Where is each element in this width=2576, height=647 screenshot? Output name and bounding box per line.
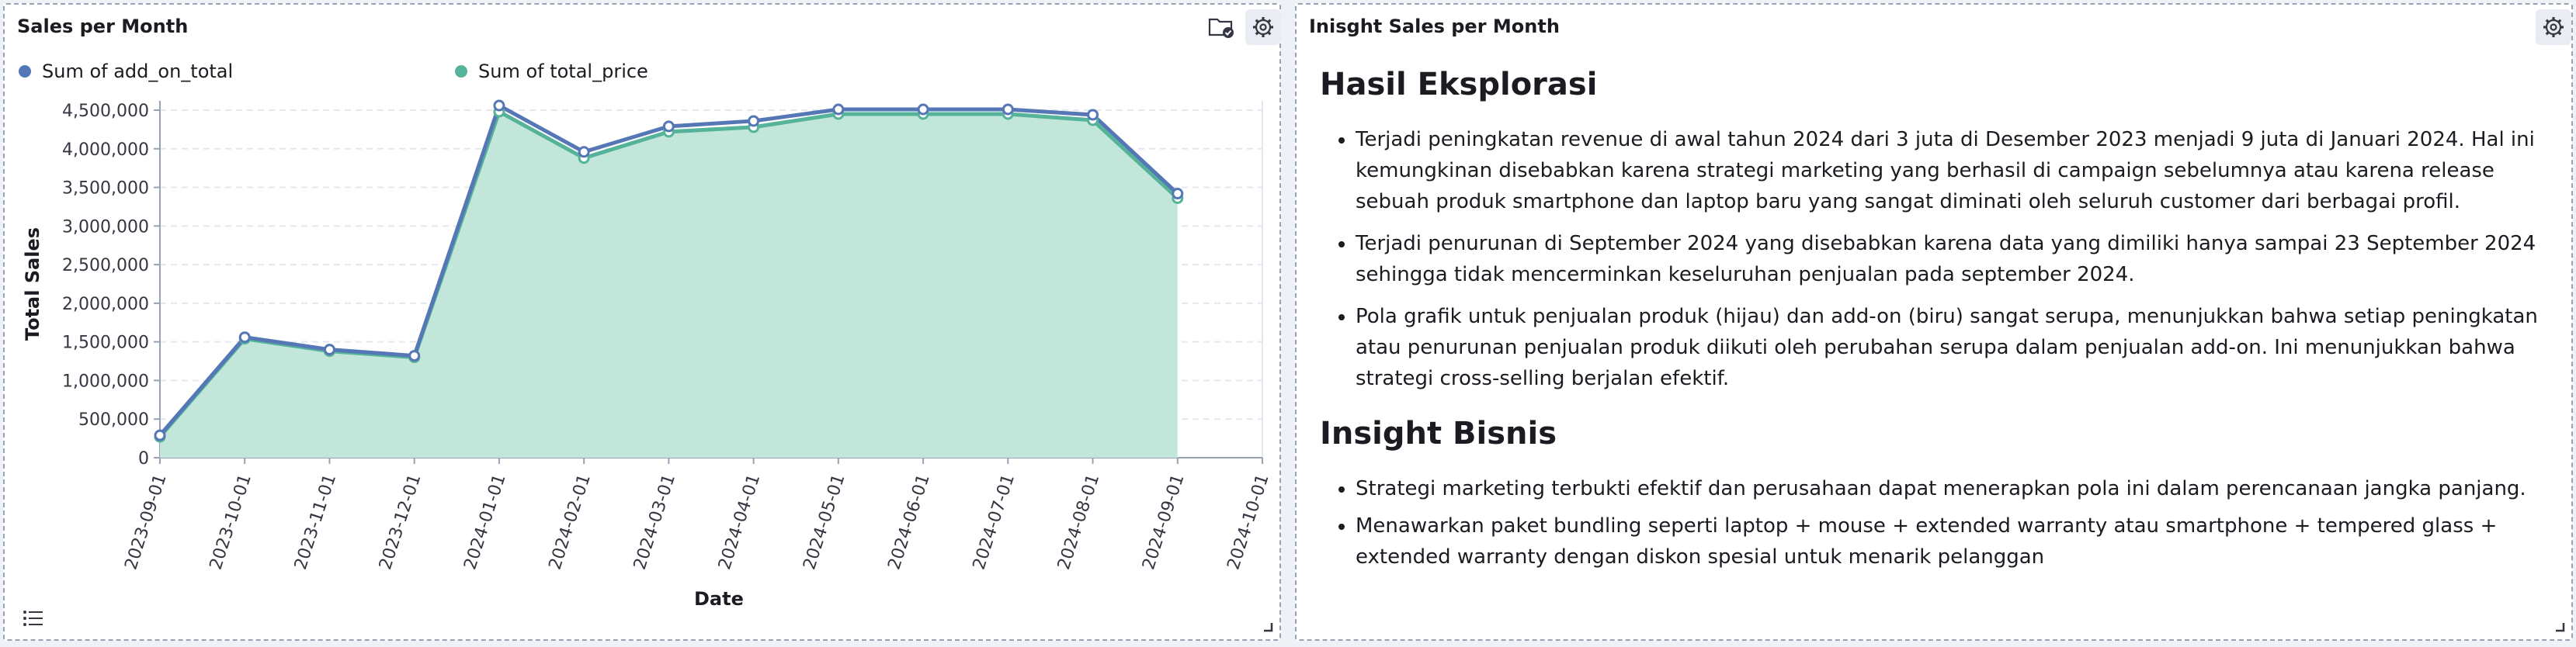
point-add-on-total (323, 344, 335, 356)
y-tick-label: 4,500,000 (62, 102, 149, 121)
markdown-content: Hasil Eksplorasi Terjadi peningkatan rev… (1320, 67, 2554, 579)
list-item: Terjadi penurunan di September 2024 yang… (1356, 228, 2554, 290)
heading-hasil-eksplorasi: Hasil Eksplorasi (1320, 67, 1598, 102)
y-tick-label: 2,500,000 (62, 256, 149, 275)
gear-icon[interactable] (2536, 9, 2571, 45)
resize-handle-icon[interactable] (1262, 621, 1273, 632)
insight-panel: Inisght Sales per Month Hasil Eksplorasi… (1295, 3, 2573, 641)
y-tick-label: 1,000,000 (62, 372, 149, 391)
x-tick-label: 2024-07-01 (970, 472, 1019, 572)
point-add-on-total (1002, 103, 1014, 116)
list-item: Pola grafik untuk penjualan produk (hija… (1356, 301, 2554, 394)
exploration-list: Terjadi peningkatan revenue di awal tahu… (1320, 124, 2554, 394)
x-tick-label: 2024-03-01 (630, 472, 679, 572)
x-tick-label: 2024-10-01 (1224, 472, 1272, 572)
sales-chart: 0 500,000 1,000,000 1,500,000 2,000,000 2,500… (62, 99, 1273, 572)
list-item: Terjadi peningkatan revenue di awal tahu… (1356, 124, 2554, 217)
y-tick-label: 0 (138, 449, 149, 469)
point-add-on-total (832, 103, 845, 116)
x-tick-label: 2024-02-01 (546, 472, 595, 572)
list-item: Strategi marketing terbukti efektif dan … (1356, 473, 2554, 504)
point-add-on-total (917, 103, 929, 116)
point-add-on-total (238, 331, 251, 344)
resize-handle-icon[interactable] (2554, 621, 2565, 632)
y-tick-label: 4,000,000 (62, 140, 149, 160)
y-tick-label: 3,500,000 (62, 179, 149, 199)
x-tick-label: 2024-04-01 (715, 472, 764, 572)
x-tick-label: 2023-09-01 (121, 472, 170, 572)
panel-title: Inisght Sales per Month (1309, 16, 1560, 37)
y-tick-label: 2,000,000 (62, 295, 149, 314)
point-add-on-total (154, 429, 166, 441)
point-add-on-total (493, 99, 505, 112)
insight-list: Strategi marketing terbukti efektif dan … (1320, 473, 2554, 573)
chart-panel: Sales per Month Sum of add_on_total Sum … (3, 3, 1281, 641)
x-tick-label: 2023-11-01 (291, 472, 340, 572)
point-add-on-total (1087, 109, 1099, 121)
point-add-on-total (578, 146, 590, 158)
x-tick-label: 2023-10-01 (207, 472, 255, 572)
area-total-price (160, 111, 1178, 458)
x-tick-label: 2023-12-01 (376, 472, 425, 572)
y-tick-label: 500,000 (78, 410, 149, 430)
point-add-on-total (662, 120, 675, 133)
list-icon[interactable] (14, 600, 53, 636)
point-add-on-total (408, 350, 421, 362)
y-tick-label: 1,500,000 (62, 334, 149, 353)
heading-insight-bisnis: Insight Bisnis (1320, 416, 1557, 452)
x-tick-label: 2024-05-01 (800, 472, 849, 572)
x-tick-label: 2024-08-01 (1054, 472, 1103, 572)
y-tick-label: 3,000,000 (62, 217, 149, 237)
x-tick-label: 2024-01-01 (460, 472, 509, 572)
point-add-on-total (1172, 188, 1184, 200)
point-add-on-total (748, 115, 760, 127)
x-tick-label: 2024-09-01 (1139, 472, 1188, 572)
list-item: Menawarkan paket bundling seperti laptop… (1356, 510, 2554, 573)
x-tick-label: 2024-06-01 (884, 472, 933, 572)
